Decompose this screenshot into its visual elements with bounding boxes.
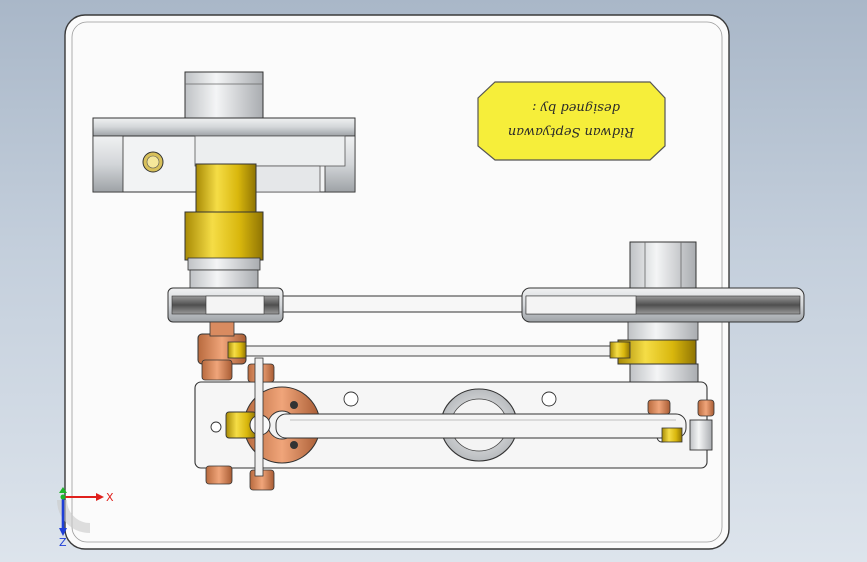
crank-bolt-2 (290, 441, 298, 449)
motor-hub (184, 71, 264, 121)
name-plate[interactable]: Ridwan Septyawan designed by : (477, 81, 666, 161)
lower-connecting-rod (275, 413, 687, 439)
designer-name-text: Ridwan Septyawan (508, 124, 635, 139)
left-top-fitting (201, 359, 233, 381)
motor-bracket-top (92, 117, 356, 137)
cad-viewport[interactable]: Ridwan Septyawan designed by : X Z (0, 0, 867, 562)
rod-right-bracket (689, 419, 713, 451)
right-rod-end-pin (609, 341, 631, 359)
shaft-collar (187, 257, 261, 271)
brass-coupling-lower (184, 211, 264, 261)
triad-origin (60, 494, 66, 500)
mount-hole-1 (343, 391, 359, 407)
mount-hole-2 (541, 391, 557, 407)
vertical-link (254, 357, 264, 477)
left-pulley-belt-wrap (205, 295, 265, 315)
right-pulley-belt-wrap (525, 295, 637, 315)
right-shaft-bearing (627, 321, 699, 341)
right-copper-fitting-2 (647, 399, 671, 415)
left-rod-end-pin (227, 341, 247, 359)
upper-link-rod (239, 345, 626, 357)
left-rod-end-cap (209, 321, 235, 337)
motor-flange (194, 135, 346, 167)
crank-bolt-1 (290, 401, 298, 409)
bracket-bolt-head (146, 155, 160, 169)
x-axis-label: X (106, 491, 114, 504)
brass-coupling-upper (195, 163, 257, 215)
rod-right-pin (661, 427, 683, 443)
motor-bracket-left-ear (92, 135, 124, 193)
right-shaft-top-hex (629, 241, 697, 289)
name-plate-shape (477, 81, 666, 161)
right-copper-fitting (697, 399, 715, 417)
left-bottom-fitting (205, 465, 233, 485)
mount-hole-3 (210, 421, 222, 433)
shaft-spacer (189, 269, 259, 289)
z-axis-label: Z (59, 536, 67, 549)
designed-by-text: designed by : (532, 100, 620, 115)
